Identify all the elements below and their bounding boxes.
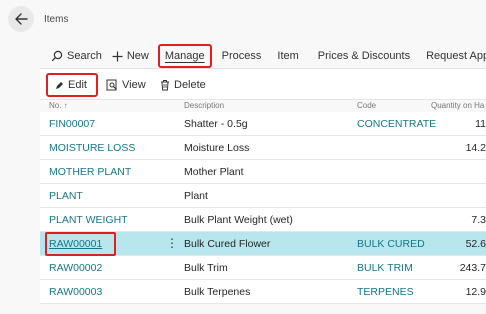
item-tab[interactable]: Item: [277, 44, 298, 68]
table-row[interactable]: MOISTURE LOSS Moisture Loss 14.2: [40, 136, 486, 160]
search-label: Search: [67, 50, 102, 62]
item-code[interactable]: BULK CURED: [357, 238, 425, 250]
item-description: Bulk Terpenes: [184, 286, 251, 298]
action-bar: Search New Manage Process Item Prices & …: [40, 44, 486, 68]
item-no-link[interactable]: MOISTURE LOSS: [49, 142, 135, 154]
pencil-icon: [55, 81, 64, 90]
item-quantity: 52.6: [465, 238, 486, 250]
item-quantity: 12.9: [465, 286, 486, 298]
item-quantity: 11: [475, 118, 486, 130]
view-label: View: [122, 79, 146, 91]
table-row[interactable]: MOTHER PLANT Mother Plant: [40, 160, 486, 184]
delete-button[interactable]: Delete: [160, 73, 206, 97]
column-header-no[interactable]: No. ↑: [49, 101, 68, 110]
prices-label: Prices & Discounts: [317, 50, 411, 62]
item-no-link[interactable]: MOTHER PLANT: [49, 166, 131, 178]
column-header-quantity[interactable]: Quantity on Ha: [431, 101, 484, 110]
manage-label: Manage: [164, 50, 205, 62]
grid-header: No. ↑ Description Code Quantity on Ha: [40, 100, 486, 112]
column-header-description[interactable]: Description: [184, 101, 224, 110]
item-no-link[interactable]: FIN00007: [49, 118, 95, 130]
row-actions-menu-icon[interactable]: ⋮: [166, 236, 178, 250]
item-quantity: 243.7: [459, 262, 486, 274]
search-button[interactable]: Search: [51, 44, 102, 68]
manage-submenu: Edit View Delete: [40, 68, 486, 100]
table-row[interactable]: FIN00007 Shatter - 0.5g CONCENTRATE 11: [40, 112, 486, 136]
edit-button[interactable]: Edit: [46, 73, 98, 97]
new-label: New: [126, 50, 149, 62]
view-button[interactable]: View: [106, 73, 146, 97]
item-no-link[interactable]: RAW00003: [49, 286, 102, 298]
manage-tab[interactable]: Manage: [157, 44, 212, 68]
new-button[interactable]: New: [112, 44, 149, 68]
item-quantity: 14.2: [465, 142, 486, 154]
request-approval-tab[interactable]: Request Approval: [426, 44, 486, 68]
edit-label: Edit: [68, 79, 87, 91]
request-label: Request Approval: [426, 50, 486, 62]
item-no-link[interactable]: PLANT WEIGHT: [49, 214, 128, 226]
item-no-link[interactable]: RAW00002: [49, 262, 102, 274]
item-code[interactable]: BULK TRIM: [357, 262, 413, 274]
page-title: Items: [44, 14, 69, 25]
table-row[interactable]: PLANT Plant: [40, 184, 486, 208]
trash-icon: [160, 79, 170, 91]
items-grid: No. ↑ Description Code Quantity on Ha FI…: [40, 100, 486, 304]
item-quantity: 7.3: [471, 214, 486, 226]
item-description: Moisture Loss: [184, 142, 250, 154]
search-icon: [51, 50, 63, 62]
view-icon: [106, 79, 118, 91]
item-code[interactable]: CONCENTRATE: [357, 118, 436, 130]
back-button[interactable]: [8, 6, 34, 32]
item-no-link[interactable]: PLANT: [49, 190, 83, 202]
table-row[interactable]: RAW00002 Bulk Trim BULK TRIM 243.7: [40, 256, 486, 280]
item-description: Bulk Cured Flower: [184, 238, 271, 250]
plus-icon: [112, 51, 123, 62]
column-header-code[interactable]: Code: [357, 101, 376, 110]
process-tab[interactable]: Process: [222, 44, 262, 68]
item-description: Shatter - 0.5g: [184, 118, 248, 130]
table-row[interactable]: RAW00003 Bulk Terpenes TERPENES 12.9: [40, 280, 486, 304]
item-description: Plant: [184, 190, 208, 202]
item-description: Bulk Plant Weight (wet): [184, 214, 293, 226]
delete-label: Delete: [174, 79, 206, 91]
item-description: Bulk Trim: [184, 262, 228, 274]
arrow-left-icon: [15, 13, 28, 25]
item-description: Mother Plant: [184, 166, 244, 178]
process-label: Process: [221, 50, 262, 62]
prices-discounts-tab[interactable]: Prices & Discounts: [318, 44, 410, 68]
item-code[interactable]: TERPENES: [357, 286, 414, 298]
table-row[interactable]: PLANT WEIGHT Bulk Plant Weight (wet) 7.3: [40, 208, 486, 232]
table-row-selected[interactable]: RAW00001 ⋮ Bulk Cured Flower BULK CURED …: [40, 232, 486, 256]
item-no-link[interactable]: RAW00001: [49, 238, 102, 250]
item-label: Item: [277, 50, 299, 62]
